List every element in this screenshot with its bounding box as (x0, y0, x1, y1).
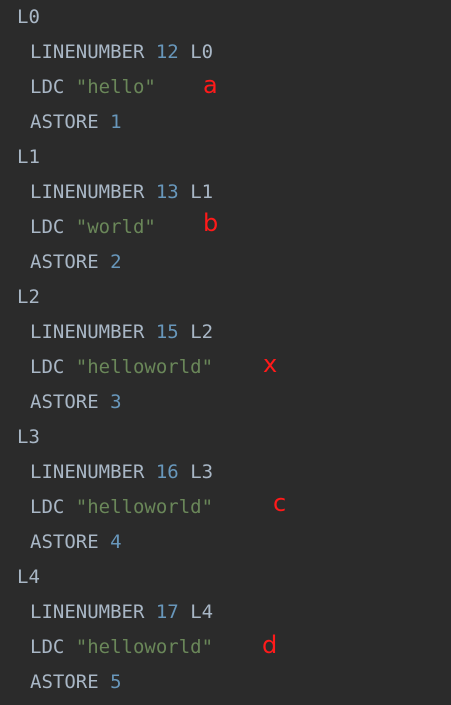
astore-instruction: ASTORE 2 (0, 249, 451, 284)
label-ref: L4 (190, 601, 214, 623)
linenumber-instruction: LINENUMBER 15 L2 (0, 319, 451, 354)
line-number: 15 (155, 321, 179, 343)
string-constant: "helloworld" (75, 356, 214, 378)
annotation-label: x (263, 350, 278, 378)
label-name: L2 (17, 286, 40, 308)
label-ref: L0 (190, 41, 214, 63)
opcode: LDC (30, 496, 65, 518)
astore-instruction: ASTORE 3 (0, 389, 451, 424)
opcode: ASTORE (30, 671, 99, 693)
opcode: LDC (30, 76, 65, 98)
ldc-instruction: LDC "helloworld" d (0, 631, 451, 669)
local-index: 2 (110, 251, 122, 273)
opcode: LINENUMBER (30, 181, 145, 203)
string-constant: "helloworld" (75, 496, 214, 518)
line-number: 12 (155, 41, 179, 63)
linenumber-instruction: LINENUMBER 13 L1 (0, 179, 451, 214)
opcode: LINENUMBER (30, 321, 145, 343)
line-number: 16 (155, 461, 179, 483)
ldc-instruction: LDC "world" b (0, 209, 451, 249)
annotation-label: b (203, 209, 219, 237)
astore-instruction: ASTORE 4 (0, 529, 451, 564)
label-ref: L2 (190, 321, 214, 343)
annotation-label: c (273, 489, 287, 517)
label-ref: L3 (190, 461, 214, 483)
ldc-instruction: LDC "helloworld" c (0, 489, 451, 529)
label-line: L2 (0, 284, 451, 319)
label-line: L0 (0, 4, 451, 39)
line-number: 17 (155, 601, 179, 623)
opcode: LDC (30, 356, 65, 378)
opcode: LDC (30, 216, 65, 238)
annotation-label: a (203, 71, 218, 99)
astore-instruction: ASTORE 1 (0, 109, 451, 144)
string-constant: "helloworld" (75, 636, 214, 658)
label-name: L0 (17, 6, 40, 28)
opcode: ASTORE (30, 391, 99, 413)
opcode: LINENUMBER (30, 601, 145, 623)
line-number: 13 (155, 181, 179, 203)
local-index: 4 (110, 531, 122, 553)
bytecode-listing: L0 LINENUMBER 12 L0 LDC "hello" a ASTORE … (0, 4, 451, 704)
label-line: L1 (0, 144, 451, 179)
local-index: 5 (110, 671, 122, 693)
label-name: L4 (17, 566, 40, 588)
label-ref: L1 (190, 181, 214, 203)
string-constant: "hello" (75, 76, 156, 98)
label-name: L3 (17, 426, 40, 448)
opcode: ASTORE (30, 251, 99, 273)
annotation-label: d (262, 631, 278, 659)
local-index: 3 (110, 391, 122, 413)
ldc-instruction: LDC "hello" a (0, 71, 451, 109)
label-name: L1 (17, 146, 40, 168)
ldc-instruction: LDC "helloworld" x (0, 350, 451, 389)
opcode: LINENUMBER (30, 461, 145, 483)
string-constant: "world" (75, 216, 156, 238)
opcode: LDC (30, 636, 65, 658)
astore-instruction: ASTORE 5 (0, 669, 451, 704)
opcode: ASTORE (30, 531, 99, 553)
opcode: LINENUMBER (30, 41, 145, 63)
linenumber-instruction: LINENUMBER 12 L0 (0, 39, 451, 74)
linenumber-instruction: LINENUMBER 17 L4 (0, 599, 451, 634)
label-line: L4 (0, 564, 451, 599)
linenumber-instruction: LINENUMBER 16 L3 (0, 459, 451, 494)
local-index: 1 (110, 111, 122, 133)
opcode: ASTORE (30, 111, 99, 133)
label-line: L3 (0, 424, 451, 459)
